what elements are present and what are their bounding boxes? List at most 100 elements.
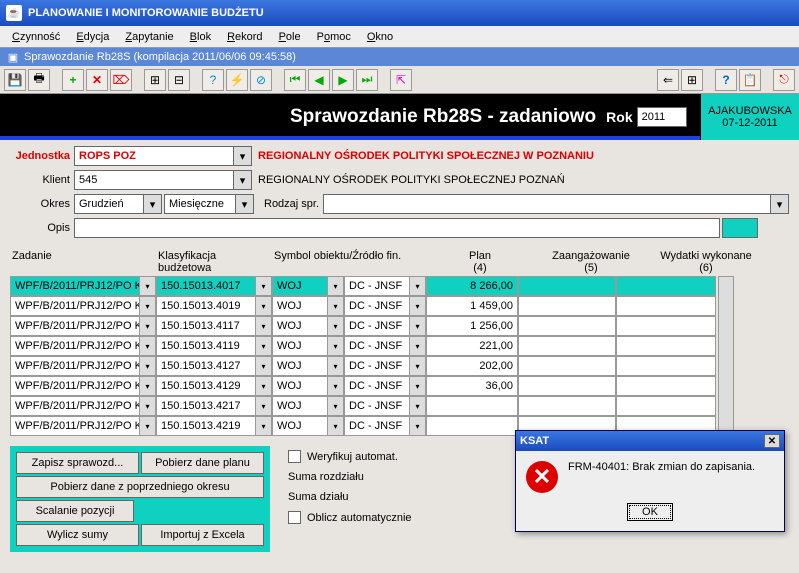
cell-dropdown[interactable]: ▾ (410, 376, 426, 396)
cell-dropdown[interactable]: ▾ (256, 316, 272, 336)
opis-input[interactable] (74, 218, 720, 238)
cell-zrodlo[interactable]: DC - JNSF (344, 276, 410, 296)
cell-klas[interactable]: 150.15013.4129 (156, 376, 256, 396)
cell-dropdown[interactable]: ▾ (140, 296, 156, 316)
cell-symbol[interactable]: WOJ (272, 396, 328, 416)
cell-zrodlo[interactable]: DC - JNSF (344, 316, 410, 336)
cell-zrodlo[interactable]: DC - JNSF (344, 356, 410, 376)
cell-klas[interactable]: 150.15013.4217 (156, 396, 256, 416)
cell-dropdown[interactable]: ▾ (410, 356, 426, 376)
okres-input[interactable]: Grudzień (74, 194, 144, 214)
cell-dropdown[interactable]: ▾ (140, 396, 156, 416)
clear-icon[interactable]: ⌦ (110, 69, 132, 91)
tool-icon-4[interactable]: ⇐ (657, 69, 679, 91)
cell-dropdown[interactable]: ▾ (256, 396, 272, 416)
cell-zaang[interactable] (518, 396, 616, 416)
cell-dropdown[interactable]: ▾ (410, 396, 426, 416)
cell-klas[interactable]: 150.15013.4117 (156, 316, 256, 336)
cell-wydatki[interactable] (616, 316, 716, 336)
cell-dropdown[interactable]: ▾ (328, 356, 344, 376)
cell-dropdown[interactable]: ▾ (410, 336, 426, 356)
cell-dropdown[interactable]: ▾ (256, 336, 272, 356)
rodzaj-input[interactable] (323, 194, 771, 214)
dialog-titlebar[interactable]: KSAT ✕ (516, 431, 784, 451)
cell-wydatki[interactable] (616, 356, 716, 376)
cell-zadanie[interactable]: WPF/B/2011/PRJ12/PO KL (10, 376, 140, 396)
cell-dropdown[interactable]: ▾ (140, 336, 156, 356)
cell-dropdown[interactable]: ▾ (410, 316, 426, 336)
cell-zadanie[interactable]: WPF/B/2011/PRJ12/PO KL (10, 336, 140, 356)
cell-zadanie[interactable]: WPF/B/2011/PRJ12/PO KL (10, 296, 140, 316)
cell-zaang[interactable] (518, 316, 616, 336)
cell-dropdown[interactable]: ▾ (140, 276, 156, 296)
opis-extra[interactable] (722, 218, 758, 238)
cell-klas[interactable]: 150.15013.4127 (156, 356, 256, 376)
cell-dropdown[interactable]: ▾ (256, 376, 272, 396)
execute-icon[interactable]: ⚡ (226, 69, 248, 91)
cell-zadanie[interactable]: WPF/B/2011/PRJ12/PO KL (10, 356, 140, 376)
klient-dropdown[interactable]: ▾ (234, 170, 252, 190)
cell-dropdown[interactable]: ▾ (410, 276, 426, 296)
pobierz-poprz-button[interactable]: Pobierz dane z poprzedniego okresu (16, 476, 264, 498)
save-icon[interactable]: 💾 (4, 69, 26, 91)
cell-klas[interactable]: 150.15013.4019 (156, 296, 256, 316)
prev-icon[interactable]: ◀ (308, 69, 330, 91)
delete-icon[interactable]: ✕ (86, 69, 108, 91)
cell-symbol[interactable]: WOJ (272, 316, 328, 336)
cell-dropdown[interactable]: ▾ (140, 376, 156, 396)
cell-symbol[interactable]: WOJ (272, 376, 328, 396)
cell-plan[interactable]: 202,00 (426, 356, 518, 376)
okres-type-dropdown[interactable]: ▾ (236, 194, 254, 214)
cell-dropdown[interactable]: ▾ (140, 356, 156, 376)
cell-wydatki[interactable] (616, 276, 716, 296)
cell-symbol[interactable]: WOJ (272, 356, 328, 376)
cell-dropdown[interactable]: ▾ (328, 396, 344, 416)
cell-dropdown[interactable]: ▾ (328, 296, 344, 316)
pobierz-plan-button[interactable]: Pobierz dane planu (141, 452, 264, 474)
cell-plan[interactable]: 1 459,00 (426, 296, 518, 316)
cell-symbol[interactable]: WOJ (272, 296, 328, 316)
next-icon[interactable]: ▶ (332, 69, 354, 91)
zapisz-button[interactable]: Zapisz sprawozd... (16, 452, 139, 474)
klient-input[interactable]: 545 (74, 170, 234, 190)
cell-plan[interactable]: 8 266,00 (426, 276, 518, 296)
help-icon[interactable]: ? (715, 69, 737, 91)
oblicz-checkbox[interactable] (288, 511, 301, 524)
cell-plan[interactable] (426, 416, 518, 436)
cell-plan[interactable]: 36,00 (426, 376, 518, 396)
cell-klas[interactable]: 150.15013.4017 (156, 276, 256, 296)
scalanie-button[interactable]: Scalanie pozycji (16, 500, 134, 522)
cell-dropdown[interactable]: ▾ (140, 416, 156, 436)
query-icon[interactable]: ? (202, 69, 224, 91)
grid-scrollbar[interactable] (718, 276, 734, 436)
menu-blok[interactable]: Blok (182, 29, 219, 45)
cell-dropdown[interactable]: ▾ (140, 316, 156, 336)
cell-zrodlo[interactable]: DC - JNSF (344, 296, 410, 316)
importuj-button[interactable]: Importuj z Excela (141, 524, 264, 546)
dialog-ok-button[interactable]: OK (627, 503, 673, 521)
cell-dropdown[interactable]: ▾ (256, 296, 272, 316)
tool-icon-5[interactable]: ⊞ (681, 69, 703, 91)
cell-zaang[interactable] (518, 376, 616, 396)
okres-type-input[interactable]: Miesięczne (164, 194, 236, 214)
cell-wydatki[interactable] (616, 396, 716, 416)
cell-dropdown[interactable]: ▾ (256, 416, 272, 436)
dialog-close-button[interactable]: ✕ (764, 434, 780, 448)
cell-dropdown[interactable]: ▾ (410, 416, 426, 436)
tool-icon-3[interactable]: ⇱ (390, 69, 412, 91)
cancel-query-icon[interactable]: ⊘ (250, 69, 272, 91)
tool-icon-1[interactable]: ⊞ (144, 69, 166, 91)
cell-symbol[interactable]: WOJ (272, 416, 328, 436)
cell-zrodlo[interactable]: DC - JNSF (344, 336, 410, 356)
cell-klas[interactable]: 150.15013.4119 (156, 336, 256, 356)
cell-zadanie[interactable]: WPF/B/2011/PRJ12/PO KL (10, 396, 140, 416)
cell-dropdown[interactable]: ▾ (410, 296, 426, 316)
menu-czynnosc[interactable]: Czynność (4, 29, 68, 45)
rodzaj-dropdown[interactable]: ▾ (771, 194, 789, 214)
add-icon[interactable]: + (62, 69, 84, 91)
cell-zadanie[interactable]: WPF/B/2011/PRJ12/PO KL (10, 316, 140, 336)
cell-dropdown[interactable]: ▾ (256, 356, 272, 376)
last-icon[interactable]: ⏭ (356, 69, 378, 91)
jednostka-input[interactable]: ROPS POZ (74, 146, 234, 166)
print-icon[interactable]: 🖶 (28, 69, 50, 91)
